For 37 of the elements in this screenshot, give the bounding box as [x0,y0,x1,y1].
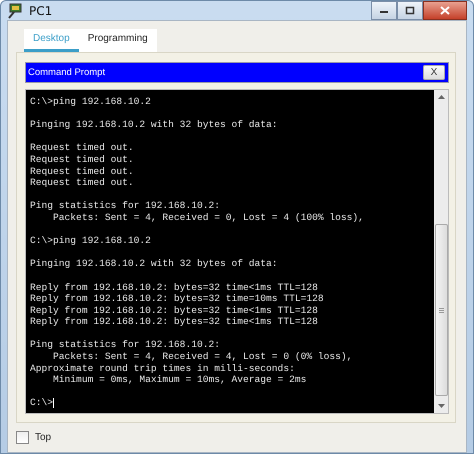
terminal-line: Ping statistics for 192.168.10.2: [30,200,220,212]
maximize-button[interactable] [397,1,423,20]
minimize-button[interactable] [371,1,397,20]
maximize-icon [405,6,415,15]
scroll-up-icon[interactable] [438,95,444,99]
terminal-line: Pinging 192.168.10.2 with 32 bytes of data: [30,119,278,131]
terminal-line: Request timed out. [30,142,134,154]
scrollbar[interactable] [434,90,448,414]
terminal-prompt: C:\> [30,397,54,410]
close-button[interactable] [423,1,467,20]
checkbox-label: Top [35,432,52,444]
scroll-down-icon[interactable] [438,404,444,408]
terminal-line: C:\>ping 192.168.10.2 [30,235,151,247]
command-prompt-title: Command Prompt [28,67,106,78]
checkbox[interactable] [16,431,29,444]
terminal-line: Request timed out. [30,166,134,178]
terminal-line: Minimum = 0ms, Maximum = 10ms, Average = 2ms [52,374,306,386]
terminal-line: Reply from 192.168.10.2: bytes=32 time<1ms TTL=128 [30,316,318,328]
window-title: PC1 [29,4,54,18]
terminal-line: Pinging 192.168.10.2 with 32 bytes of data: [30,258,278,270]
scrollbar-thumb[interactable] [434,224,448,396]
terminal-line: Reply from 192.168.10.2: bytes=32 time<1ms TTL=128 [30,304,318,316]
terminal-line: Request timed out. [30,154,134,166]
text-cursor [53,398,54,408]
terminal-line: Reply from 192.168.10.2: bytes=32 time<1ms TTL=128 [30,282,318,294]
close-icon [440,6,450,15]
tab[interactable]: Programming [78,29,157,52]
terminal-line: Approximate round trip times in milli-seconds: [30,362,295,374]
terminal-line: Request timed out. [30,177,134,189]
close-button[interactable]: X [423,65,445,80]
terminal-line: C:\>ping 192.168.10.2 [30,96,151,108]
computer-icon [7,2,23,18]
grip-icon [438,308,444,313]
terminal-line: Reply from 192.168.10.2: bytes=32 time=10ms TTL=128 [30,293,324,305]
terminal-line: Packets: Sent = 4, Received = 0, Lost = 4 (100% loss), [52,212,364,224]
terminal-line: Packets: Sent = 4, Received = 4, Lost = 0 (0% loss), [52,351,352,363]
terminal-line: Ping statistics for 192.168.10.2: [30,339,220,352]
